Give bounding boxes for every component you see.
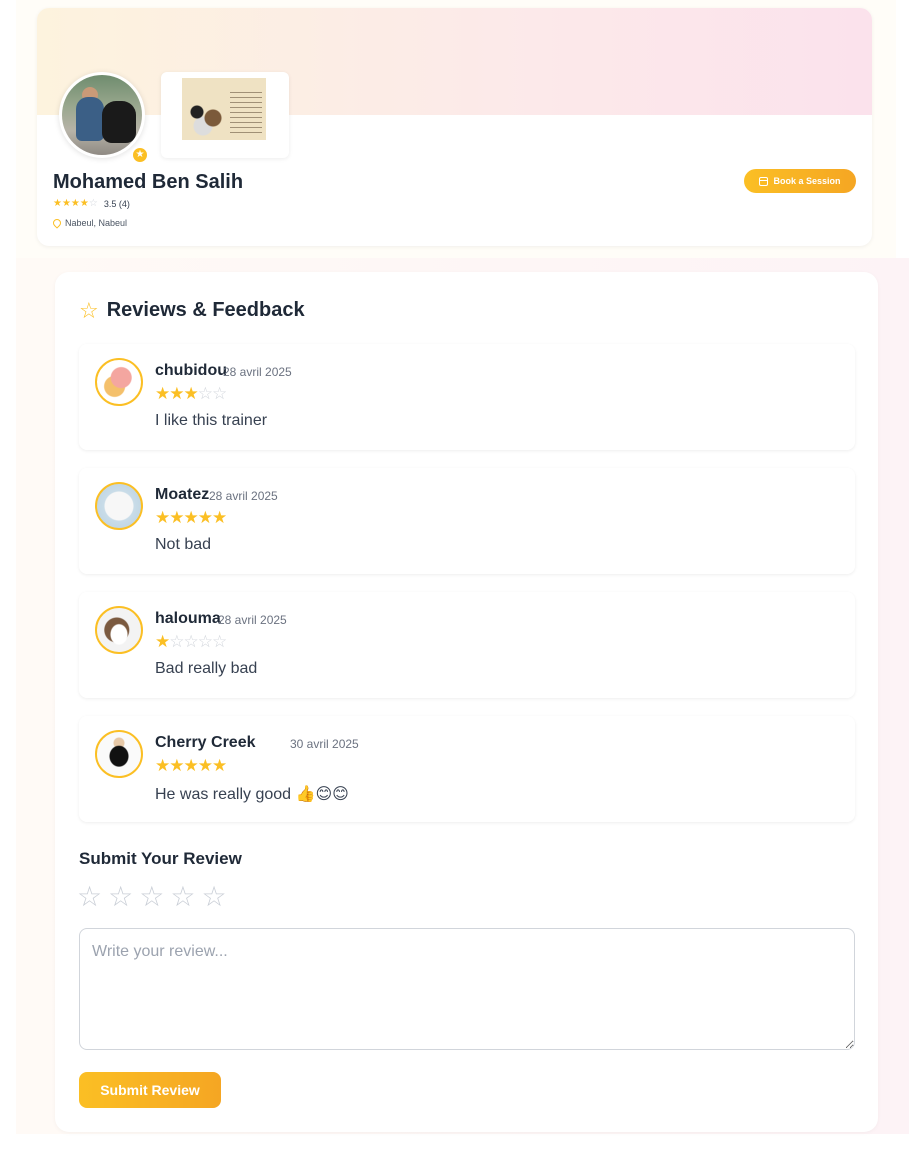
clinic-card-thumbnail[interactable]	[161, 72, 289, 158]
trainer-location: Nabeul, Nabeul	[51, 217, 128, 229]
reviews-title: Reviews & Feedback	[106, 299, 305, 321]
review-date: 30 avril 2025	[290, 737, 359, 751]
review-text: Not bad	[155, 536, 212, 553]
review-stars-icon: ★★★☆☆	[155, 384, 227, 403]
review-text: I like this trainer	[155, 412, 268, 429]
reviewer-name: chubidou	[155, 362, 227, 379]
location-pin-icon	[51, 217, 63, 229]
submit-review-button[interactable]: Submit Review	[79, 1072, 221, 1108]
trainer-photo	[62, 75, 142, 155]
review-stars-icon: ★★★★★	[155, 756, 227, 775]
rate-star-5-icon[interactable]: ☆	[201, 883, 226, 911]
review-item: Cherry Creek 30 avril 2025 ★★★★★ He was …	[79, 716, 855, 822]
review-date: 28 avril 2025	[218, 613, 287, 627]
reviewer-avatar	[95, 606, 143, 654]
clinic-card-image	[182, 78, 266, 140]
review-text: He was really good 👍😊😊	[155, 786, 349, 803]
trainer-rating: ★★★★☆ 3.5 (4)	[53, 198, 130, 209]
rate-star-3-icon[interactable]: ☆	[139, 883, 164, 911]
review-text: Bad really bad	[155, 660, 258, 677]
profile-card: ★ Mohamed Ben Salih ★★★★☆ 3.5 (4) Nabeul…	[37, 8, 872, 246]
rate-star-4-icon[interactable]: ☆	[170, 883, 195, 911]
trainer-avatar	[59, 72, 145, 158]
review-date: 28 avril 2025	[223, 365, 292, 379]
reviewer-name: halouma	[155, 610, 221, 627]
book-session-label: Book a Session	[773, 176, 841, 186]
reviewer-avatar	[95, 358, 143, 406]
reviewer-name: Cherry Creek	[155, 734, 256, 751]
reviewer-avatar	[95, 482, 143, 530]
reviews-card: ☆ Reviews & Feedback chubidou 28 avril 2…	[55, 272, 878, 1132]
review-date: 28 avril 2025	[209, 489, 278, 503]
rating-text: 3.5 (4)	[103, 198, 130, 209]
verified-badge-icon: ★	[131, 146, 149, 164]
reviewer-name: Moatez	[155, 486, 210, 503]
submit-review-title: Submit Your Review	[79, 849, 242, 868]
book-session-button[interactable]: Book a Session	[744, 169, 856, 193]
reviewer-avatar	[95, 730, 143, 778]
review-item: Moatez 28 avril 2025 ★★★★★ Not bad	[79, 468, 855, 574]
review-stars-icon: ★★★★★	[155, 508, 227, 527]
star-outline-icon: ☆	[79, 297, 99, 323]
rating-selector: ☆ ☆ ☆ ☆ ☆	[77, 883, 227, 911]
review-item: chubidou 28 avril 2025 ★★★☆☆ I like this…	[79, 344, 855, 450]
rating-stars-icon: ★★★★☆	[53, 198, 98, 209]
review-textarea[interactable]	[79, 928, 855, 1050]
trainer-name: Mohamed Ben Salih	[53, 171, 244, 193]
review-stars-icon: ★☆☆☆☆	[155, 632, 227, 651]
reviews-header: ☆ Reviews & Feedback	[79, 299, 305, 322]
rate-star-2-icon[interactable]: ☆	[108, 883, 133, 911]
location-text: Nabeul, Nabeul	[65, 218, 128, 228]
rate-star-1-icon[interactable]: ☆	[77, 883, 102, 911]
calendar-icon	[759, 176, 769, 186]
review-item: halouma 28 avril 2025 ★☆☆☆☆ Bad really b…	[79, 592, 855, 698]
